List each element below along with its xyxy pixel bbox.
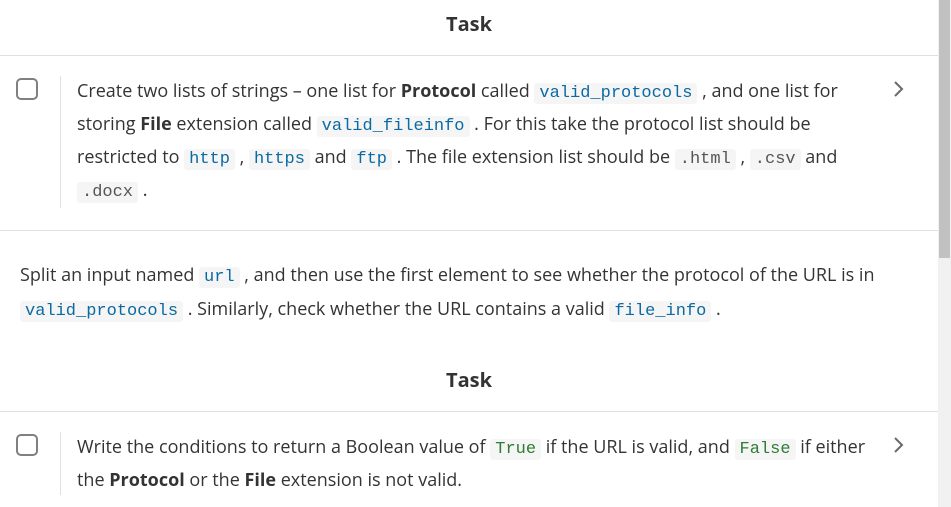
code-valid-protocols-2: valid_protocols xyxy=(20,301,183,322)
task-checkbox-2[interactable] xyxy=(16,434,38,456)
text: , and then use the first element to see … xyxy=(240,263,875,287)
task-body-2: Write the conditions to return a Boolean… xyxy=(61,432,892,495)
task-checkbox-col xyxy=(12,432,61,495)
code-docx-ext: .docx xyxy=(77,182,138,203)
text: and xyxy=(310,145,351,169)
text: if the URL is valid, and xyxy=(541,435,734,459)
task-body-1: Create two lists of strings – one list f… xyxy=(61,76,892,208)
text: called xyxy=(476,79,534,103)
text: . Similarly, check whether the URL conta… xyxy=(183,297,609,321)
expand-button-2[interactable] xyxy=(892,432,920,456)
text: or the xyxy=(185,468,245,492)
task-checkbox-col xyxy=(12,76,61,208)
text: . xyxy=(711,297,720,321)
code-ftp: ftp xyxy=(351,149,392,170)
text: , xyxy=(736,145,750,169)
code-valid-fileinfo: valid_fileinfo xyxy=(317,116,470,137)
expand-button-1[interactable] xyxy=(892,76,920,100)
code-file-info: file_info xyxy=(609,301,711,322)
text: . xyxy=(138,178,147,202)
task-checkbox-1[interactable] xyxy=(16,78,38,100)
text: extension is not valid. xyxy=(276,468,462,492)
bold-file: File xyxy=(140,112,172,136)
text: Write the conditions to return a Boolean… xyxy=(77,435,490,459)
code-false: False xyxy=(735,439,796,460)
instruction-paragraph: Split an input named url , and then use … xyxy=(0,231,938,356)
code-https: https xyxy=(249,149,310,170)
task-item-2: Write the conditions to return a Boolean… xyxy=(0,411,938,507)
text: extension called xyxy=(172,112,317,136)
task-item-1: Create two lists of strings – one list f… xyxy=(0,55,938,231)
chevron-right-icon xyxy=(892,78,906,100)
scrollbar-thumb[interactable] xyxy=(939,0,950,258)
code-url: url xyxy=(199,267,240,288)
chevron-right-icon xyxy=(892,434,906,456)
scrollbar-track[interactable] xyxy=(938,0,951,507)
text: Split an input named xyxy=(20,263,199,287)
bold-file-2: File xyxy=(245,468,277,492)
text: . The file extension list should be xyxy=(392,145,675,169)
text: , xyxy=(235,145,249,169)
task-heading-2: Task xyxy=(0,356,938,411)
code-true: True xyxy=(490,439,541,460)
code-valid-protocols: valid_protocols xyxy=(534,83,697,104)
bold-protocol-2: Protocol xyxy=(109,468,184,492)
text: and xyxy=(801,145,838,169)
code-html-ext: .html xyxy=(675,149,736,170)
bold-protocol: Protocol xyxy=(401,79,476,103)
text: Create two lists of strings – one list f… xyxy=(77,79,401,103)
code-csv-ext: .csv xyxy=(750,149,801,170)
task-heading-1: Task xyxy=(0,0,938,55)
code-http: http xyxy=(184,149,235,170)
